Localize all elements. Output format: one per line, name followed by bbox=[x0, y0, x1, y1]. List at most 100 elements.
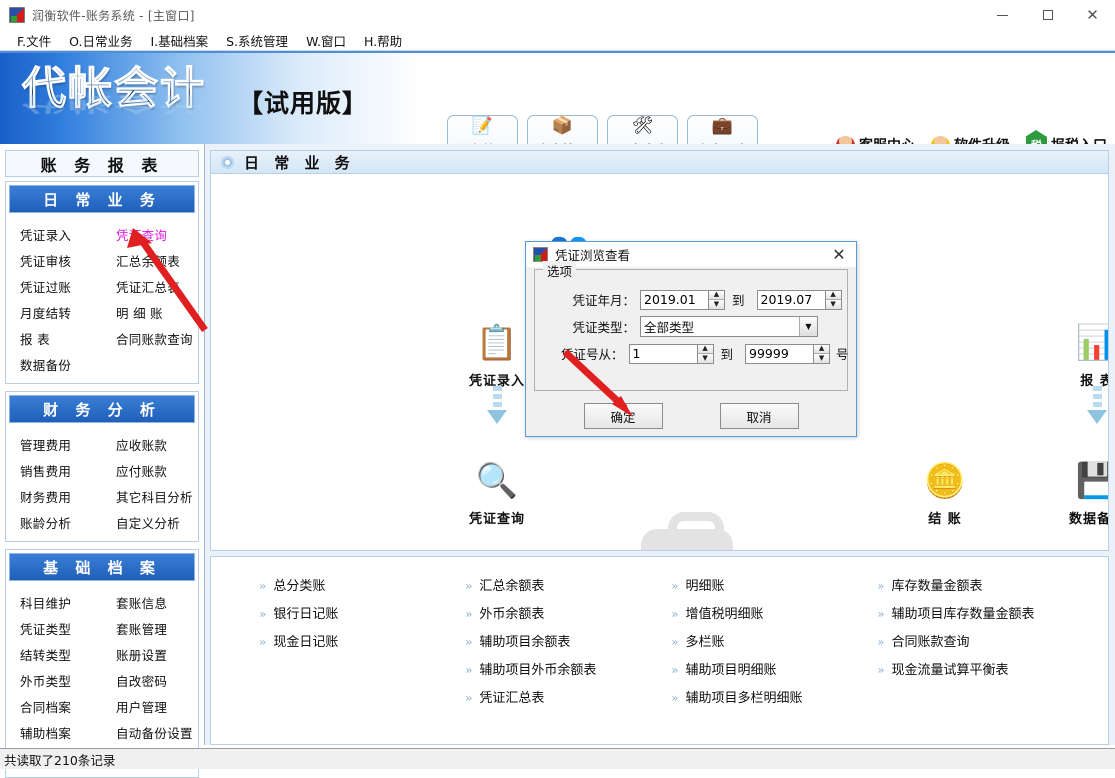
voucher-number-to-input[interactable] bbox=[745, 343, 814, 364]
sidebar-item-monthly-carryover[interactable]: 月度结转 bbox=[6, 299, 102, 325]
voucher-number-from-input[interactable] bbox=[628, 343, 697, 364]
report-link-detail-ledger[interactable]: » 明细账 bbox=[671, 575, 877, 594]
sidebar-item-book-settings[interactable]: 账册设置 bbox=[102, 641, 198, 667]
module-button-payroll[interactable]: 💼 人事工资 bbox=[687, 115, 758, 144]
sidebar-item-account-set-management[interactable]: 套账管理 bbox=[102, 615, 198, 641]
sidebar-item-contract-archive[interactable]: 合同档案 bbox=[6, 693, 102, 719]
dialog-cancel-button[interactable]: 取消 bbox=[719, 403, 799, 429]
sidebar-item-management-expense[interactable]: 管理费用 bbox=[6, 431, 102, 457]
spin-down-icon[interactable]: ▼ bbox=[825, 300, 841, 309]
sidebar-item-sales-expense[interactable]: 销售费用 bbox=[6, 457, 102, 483]
menu-window[interactable]: W.窗口 bbox=[297, 31, 355, 50]
sidebar-item-subject-maintenance[interactable]: 科目维护 bbox=[6, 589, 102, 615]
report-link-general-ledger[interactable]: » 总分类账 bbox=[259, 575, 465, 594]
report-link-bank-journal[interactable]: » 银行日记账 bbox=[259, 603, 465, 622]
report-link-vat-detail[interactable]: » 增值税明细账 bbox=[671, 603, 877, 622]
voucher-number-from-spin-buttons[interactable]: ▲ ▼ bbox=[696, 343, 714, 364]
dialog-options-legend: 选项 bbox=[543, 261, 577, 280]
sidebar-item-voucher-summary[interactable]: 凭证汇总表 bbox=[102, 273, 198, 299]
dialog-buttons: 确定 取消 bbox=[526, 403, 856, 429]
report-link-aux-fx-balance[interactable]: » 辅助项目外币余额表 bbox=[465, 659, 671, 678]
chevron-down-icon[interactable]: ▼ bbox=[799, 317, 817, 336]
sidebar-item-auto-backup-settings[interactable]: 自动备份设置 bbox=[102, 719, 198, 745]
sidebar-item-voucher-posting[interactable]: 凭证过账 bbox=[6, 273, 102, 299]
report-link-multi-column-ledger[interactable]: » 多栏账 bbox=[671, 631, 877, 650]
sidebar-item-voucher-query[interactable]: 凭证查询 bbox=[102, 221, 198, 247]
module-button-warehouse[interactable]: 📦 仓库管理 bbox=[527, 115, 598, 144]
flow-node-settlement[interactable]: 🪙 结 账 bbox=[897, 464, 993, 527]
sidebar-item-contract-payment-query[interactable]: 合同账款查询 bbox=[102, 325, 198, 351]
report-link-cash-flow-trial-balance[interactable]: » 现金流量试算平衡表 bbox=[877, 659, 1108, 678]
chevron-right-icon: » bbox=[465, 607, 473, 621]
period-from-input[interactable] bbox=[640, 289, 708, 310]
menu-system-management[interactable]: S.系统管理 bbox=[217, 31, 297, 50]
sidebar-item-custom-analysis[interactable]: 自定义分析 bbox=[102, 509, 198, 535]
period-from-spin-buttons[interactable]: ▲ ▼ bbox=[708, 289, 725, 310]
spin-up-icon[interactable]: ▲ bbox=[825, 290, 841, 300]
sidebar-item-auxiliary-archive[interactable]: 辅助档案 bbox=[6, 719, 102, 745]
sidebar-item-data-backup[interactable]: 数据备份 bbox=[6, 351, 102, 377]
sidebar-item-user-management[interactable]: 用户管理 bbox=[102, 693, 198, 719]
sidebar-item-summary-balance[interactable]: 汇总余额表 bbox=[102, 247, 198, 273]
module-button-fixed-assets[interactable]: 🛠 固定资产 bbox=[607, 115, 678, 144]
report-link-aux-detail[interactable]: » 辅助项目明细账 bbox=[671, 659, 877, 678]
spin-up-icon[interactable]: ▲ bbox=[697, 344, 713, 354]
voucher-number-from-spinner[interactable]: ▲ ▼ bbox=[628, 343, 714, 364]
quick-link-customer-service[interactable]: 客服中心 bbox=[836, 135, 915, 144]
report-link-aux-inventory-qty-amount[interactable]: » 辅助项目库存数量金额表 bbox=[877, 603, 1108, 622]
sidebar-item-aging-analysis[interactable]: 账龄分析 bbox=[6, 509, 102, 535]
sidebar-item-payables[interactable]: 应付账款 bbox=[102, 457, 198, 483]
report-link-aux-detail-label: 辅助项目明细账 bbox=[685, 663, 777, 678]
maximize-button[interactable] bbox=[1025, 0, 1070, 30]
voucher-number-to-spinner[interactable]: ▲ ▼ bbox=[745, 343, 831, 364]
report-link-aux-balance[interactable]: » 辅助项目余额表 bbox=[465, 631, 671, 650]
voucher-type-select[interactable]: 全部类型 ▼ bbox=[640, 316, 818, 337]
period-to-spinner[interactable]: ▲ ▼ bbox=[756, 289, 842, 310]
sidebar-item-financial-expense[interactable]: 财务费用 bbox=[6, 483, 102, 509]
period-to-spin-buttons[interactable]: ▲ ▼ bbox=[824, 289, 842, 310]
report-link-contract-payment-query[interactable]: » 合同账款查询 bbox=[877, 631, 1108, 650]
spin-up-icon[interactable]: ▲ bbox=[814, 344, 830, 354]
menu-basic-archive[interactable]: I.基础档案 bbox=[141, 31, 217, 50]
sidebar-item-voucher-entry[interactable]: 凭证录入 bbox=[6, 221, 102, 247]
sidebar-item-detail-ledger[interactable]: 明 细 账 bbox=[102, 299, 198, 325]
module-button-ledger[interactable]: 📝 账务处理 bbox=[447, 115, 518, 144]
sidebar-item-voucher-type[interactable]: 凭证类型 bbox=[6, 615, 102, 641]
menu-help[interactable]: H.帮助 bbox=[355, 31, 411, 50]
menu-file[interactable]: F.文件 bbox=[8, 31, 60, 50]
minimize-button[interactable] bbox=[980, 0, 1025, 30]
spin-down-icon[interactable]: ▼ bbox=[709, 300, 724, 309]
spin-up-icon[interactable]: ▲ bbox=[709, 290, 724, 300]
period-from-spinner[interactable]: ▲ ▼ bbox=[640, 289, 725, 310]
report-link-aux-inventory-qty-amount-label: 辅助项目库存数量金额表 bbox=[891, 607, 1035, 622]
quick-link-tax-portal[interactable]: 报税入口 bbox=[1025, 130, 1107, 144]
quick-link-software-upgrade[interactable]: 软件升级 bbox=[931, 135, 1010, 144]
report-link-summary-balance[interactable]: » 汇总余额表 bbox=[465, 575, 671, 594]
close-button[interactable]: ✕ bbox=[1070, 0, 1115, 30]
spin-down-icon[interactable]: ▼ bbox=[814, 354, 830, 363]
menu-daily-business[interactable]: O.日常业务 bbox=[60, 31, 141, 50]
sidebar-item-account-set-info[interactable]: 套账信息 bbox=[102, 589, 198, 615]
dialog-close-button[interactable]: ✕ bbox=[826, 243, 852, 265]
flow-node-data-backup[interactable]: 💾 数据备份 bbox=[1049, 464, 1108, 527]
voucher-number-to-spin-buttons[interactable]: ▲ ▼ bbox=[813, 343, 831, 364]
report-link-fx-balance[interactable]: » 外币余额表 bbox=[465, 603, 671, 622]
flow-node-report[interactable]: 📊 报 表 bbox=[1049, 326, 1108, 389]
flow-node-voucher-query[interactable]: 🔍 凭证查询 bbox=[449, 464, 545, 527]
report-link-aux-multi-column-detail[interactable]: » 辅助项目多栏明细账 bbox=[671, 687, 877, 706]
sidebar-item-receivables[interactable]: 应收账款 bbox=[102, 431, 198, 457]
sidebar-item-reports[interactable]: 报 表 bbox=[6, 325, 102, 351]
report-link-voucher-summary[interactable]: » 凭证汇总表 bbox=[465, 687, 671, 706]
report-link-cash-journal[interactable]: » 现金日记账 bbox=[259, 631, 465, 650]
window-title: 润衡软件-账务系统 - [主窗口] bbox=[32, 8, 195, 23]
sidebar-item-change-password[interactable]: 自改密码 bbox=[102, 667, 198, 693]
spin-down-icon[interactable]: ▼ bbox=[697, 354, 713, 363]
period-to-input[interactable] bbox=[756, 289, 825, 310]
dialog-ok-button[interactable]: 确定 bbox=[583, 403, 663, 429]
sidebar-item-voucher-audit[interactable]: 凭证审核 bbox=[6, 247, 102, 273]
sidebar-item-other-subject-analysis[interactable]: 其它科目分析 bbox=[102, 483, 198, 509]
report-link-inventory-qty-amount[interactable]: » 库存数量金额表 bbox=[877, 575, 1108, 594]
sidebar-item-carryover-type[interactable]: 结转类型 bbox=[6, 641, 102, 667]
sidebar-item-foreign-currency-type[interactable]: 外币类型 bbox=[6, 667, 102, 693]
sidebar-group-basic-archive: 基 础 档 案 科目维护 套账信息 凭证类型 套账管理 结转类型 账册设置 外币… bbox=[5, 549, 199, 778]
